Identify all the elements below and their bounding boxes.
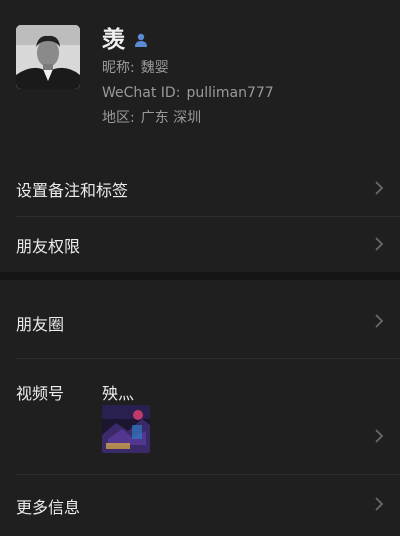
nickname-line: 昵称: 魏婴 — [102, 58, 169, 78]
male-user-icon — [133, 32, 149, 48]
friend-permissions-label: 朋友权限 — [16, 237, 81, 256]
avatar[interactable] — [16, 25, 80, 89]
moments-row[interactable]: 朋友圈 — [0, 280, 400, 358]
friend-permissions-row[interactable]: 朋友权限 — [0, 217, 400, 272]
region-value: 广东 深圳 — [140, 110, 202, 126]
wechat-id-line: WeChat ID: pulliman777 — [102, 83, 274, 103]
chevron-right-icon — [374, 496, 384, 512]
channels-label: 视频号 — [16, 384, 65, 403]
wechat-id-value[interactable]: pulliman777 — [186, 85, 273, 101]
profile-header: 羡 昵称: 魏婴 WeChat ID: pulliman777 地区: 广东 深圳 — [0, 0, 400, 160]
chevron-right-icon — [374, 180, 384, 196]
channels-thumbnail[interactable] — [102, 405, 150, 453]
remark-tags-row[interactable]: 设置备注和标签 — [0, 160, 400, 216]
nickname-label: 昵称: — [102, 60, 135, 76]
more-info-row[interactable]: 更多信息 — [0, 475, 400, 536]
region-label: 地区: — [102, 110, 135, 126]
moments-label: 朋友圈 — [16, 315, 65, 334]
channels-name: 殃灬 — [102, 384, 135, 403]
profile-name: 羡 — [102, 27, 125, 53]
channels-row[interactable]: 视频号 殃灬 — [0, 359, 400, 473]
chevron-right-icon — [374, 313, 384, 329]
more-info-label: 更多信息 — [16, 498, 81, 517]
section-gap — [0, 272, 400, 280]
name-row: 羡 — [102, 24, 149, 56]
chevron-right-icon — [374, 236, 384, 252]
region-line: 地区: 广东 深圳 — [102, 108, 201, 128]
nickname-value: 魏婴 — [140, 60, 169, 76]
wechat-id-label: WeChat ID: — [102, 85, 181, 101]
chevron-right-icon — [374, 428, 384, 444]
remark-tags-label: 设置备注和标签 — [16, 181, 129, 200]
